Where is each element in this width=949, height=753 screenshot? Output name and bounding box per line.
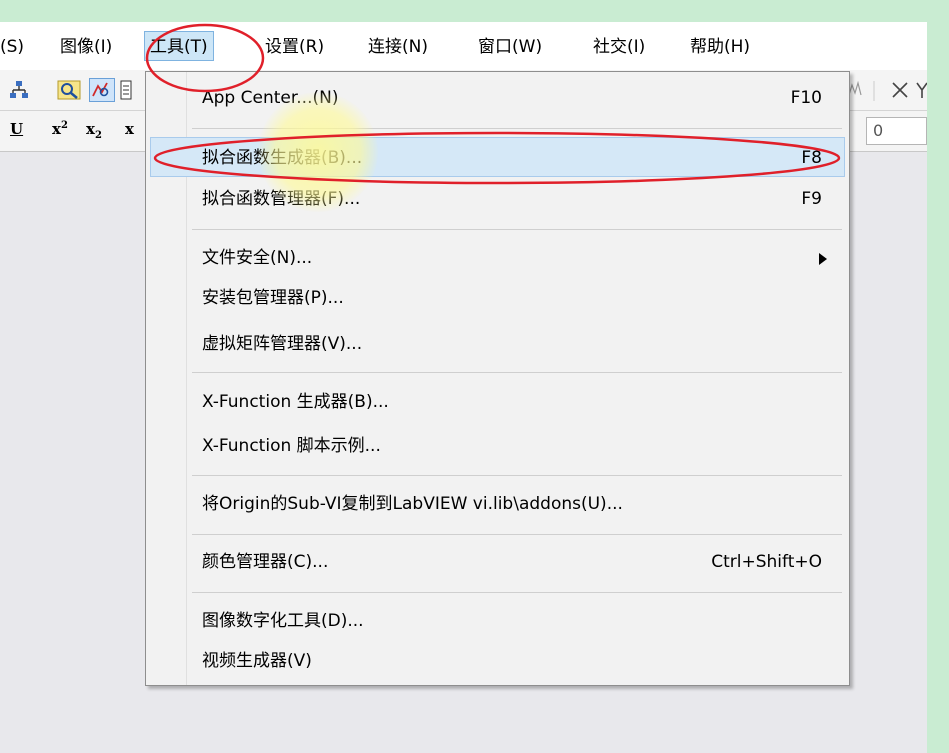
menu-connect[interactable]: 连接(N) [368, 36, 428, 58]
menu-settings[interactable]: 设置(R) [265, 36, 324, 58]
menu-separator [192, 592, 842, 593]
menu-help[interactable]: 帮助(H) [690, 36, 750, 58]
menu-virtual-matrix-manager[interactable]: 虚拟矩阵管理器(V)... [150, 324, 845, 364]
menu-separator [192, 534, 842, 535]
separator-icon [872, 80, 876, 108]
page-icon[interactable] [120, 79, 132, 107]
menu-item-shortcut: F10 [790, 88, 822, 108]
subscript-x: x [86, 120, 95, 138]
menu-item-label: X-Function 生成器(B)... [202, 392, 389, 412]
menu-item-label: 颜色管理器(C)... [202, 552, 329, 572]
menu-item-label: 安装包管理器(P)... [202, 288, 344, 308]
menu-separator [192, 128, 842, 129]
y-axis-icon[interactable] [916, 80, 928, 106]
underline-button[interactable]: U [10, 120, 23, 138]
menu-social[interactable]: 社交(I) [593, 36, 645, 58]
superscript-2: 2 [60, 120, 68, 131]
subscript-button[interactable]: x2 [86, 120, 102, 141]
menu-xfunction-examples[interactable]: X-Function 脚本示例... [150, 426, 845, 466]
supsub-button[interactable]: x [125, 120, 134, 138]
menu-xfunction-builder[interactable]: X-Function 生成器(B)... [150, 382, 845, 422]
menu-separator [192, 372, 842, 373]
menu-separator [192, 475, 842, 476]
menu-separator [192, 229, 842, 230]
menu-video-builder[interactable]: 视频生成器(V) [150, 641, 845, 681]
number-field[interactable]: 0 [866, 117, 927, 145]
superscript-x: x [52, 120, 61, 138]
menu-image-digitizer[interactable]: 图像数字化工具(D)... [150, 601, 845, 641]
x-cross-icon[interactable] [890, 80, 910, 106]
menu-item-label: 虚拟矩阵管理器(V)... [202, 334, 363, 354]
app-window: (S) 图像(I) 工具(T) 设置(R) 连接(N) 窗口(W) 社交(I) … [0, 22, 928, 753]
menu-copy-subvi-labview[interactable]: 将Origin的Sub-VI复制到LabVIEW vi.lib\addons(U… [150, 484, 845, 524]
menu-item-shortcut: Ctrl+Shift+O [711, 552, 822, 572]
menu-fitting-function-builder[interactable]: 拟合函数生成器(B)... F8 [150, 137, 845, 177]
menu-window[interactable]: 窗口(W) [478, 36, 542, 58]
menu-item-shortcut: F9 [801, 189, 822, 209]
menu-item-label: App Center...(N) [202, 88, 339, 108]
background-frame [927, 22, 949, 753]
menu-item-label: 拟合函数生成器(B)... [202, 148, 363, 168]
menu-item-label: X-Function 脚本示例... [202, 436, 381, 456]
superscript-button[interactable]: x2 [52, 120, 68, 138]
menu-bar: (S) 图像(I) 工具(T) 设置(R) 连接(N) 窗口(W) 社交(I) … [0, 22, 927, 70]
menu-fitting-function-manager[interactable]: 拟合函数管理器(F)... F9 [150, 179, 845, 219]
menu-tools[interactable]: 工具(T) [144, 31, 214, 61]
menu-item-label: 文件安全(N)... [202, 248, 313, 268]
data-reader-icon[interactable] [89, 78, 115, 108]
menu-item-label: 图像数字化工具(D)... [202, 611, 364, 631]
hierarchy-icon[interactable] [8, 79, 30, 107]
peak-icon[interactable] [848, 80, 864, 105]
zoom-graph-icon[interactable] [57, 79, 81, 107]
menu-item-label: 拟合函数管理器(F)... [202, 189, 361, 209]
menu-color-manager[interactable]: 颜色管理器(C)... Ctrl+Shift+O [150, 542, 845, 582]
menu-app-center[interactable]: App Center...(N) F10 [150, 78, 845, 118]
menu-image[interactable]: 图像(I) [60, 36, 112, 58]
subscript-2: 2 [94, 130, 102, 141]
submenu-arrow-icon [819, 253, 827, 265]
menu-package-manager[interactable]: 安装包管理器(P)... [150, 278, 845, 318]
menu-item-label: 将Origin的Sub-VI复制到LabVIEW vi.lib\addons(U… [202, 494, 623, 514]
tools-dropdown-menu: App Center...(N) F10 拟合函数生成器(B)... F8 拟合… [145, 71, 850, 686]
menu-item-partial[interactable]: (S) [0, 36, 24, 58]
menu-file-security[interactable]: 文件安全(N)... [150, 238, 845, 278]
menu-item-shortcut: F8 [801, 148, 822, 168]
menu-item-label: 视频生成器(V) [202, 651, 312, 671]
